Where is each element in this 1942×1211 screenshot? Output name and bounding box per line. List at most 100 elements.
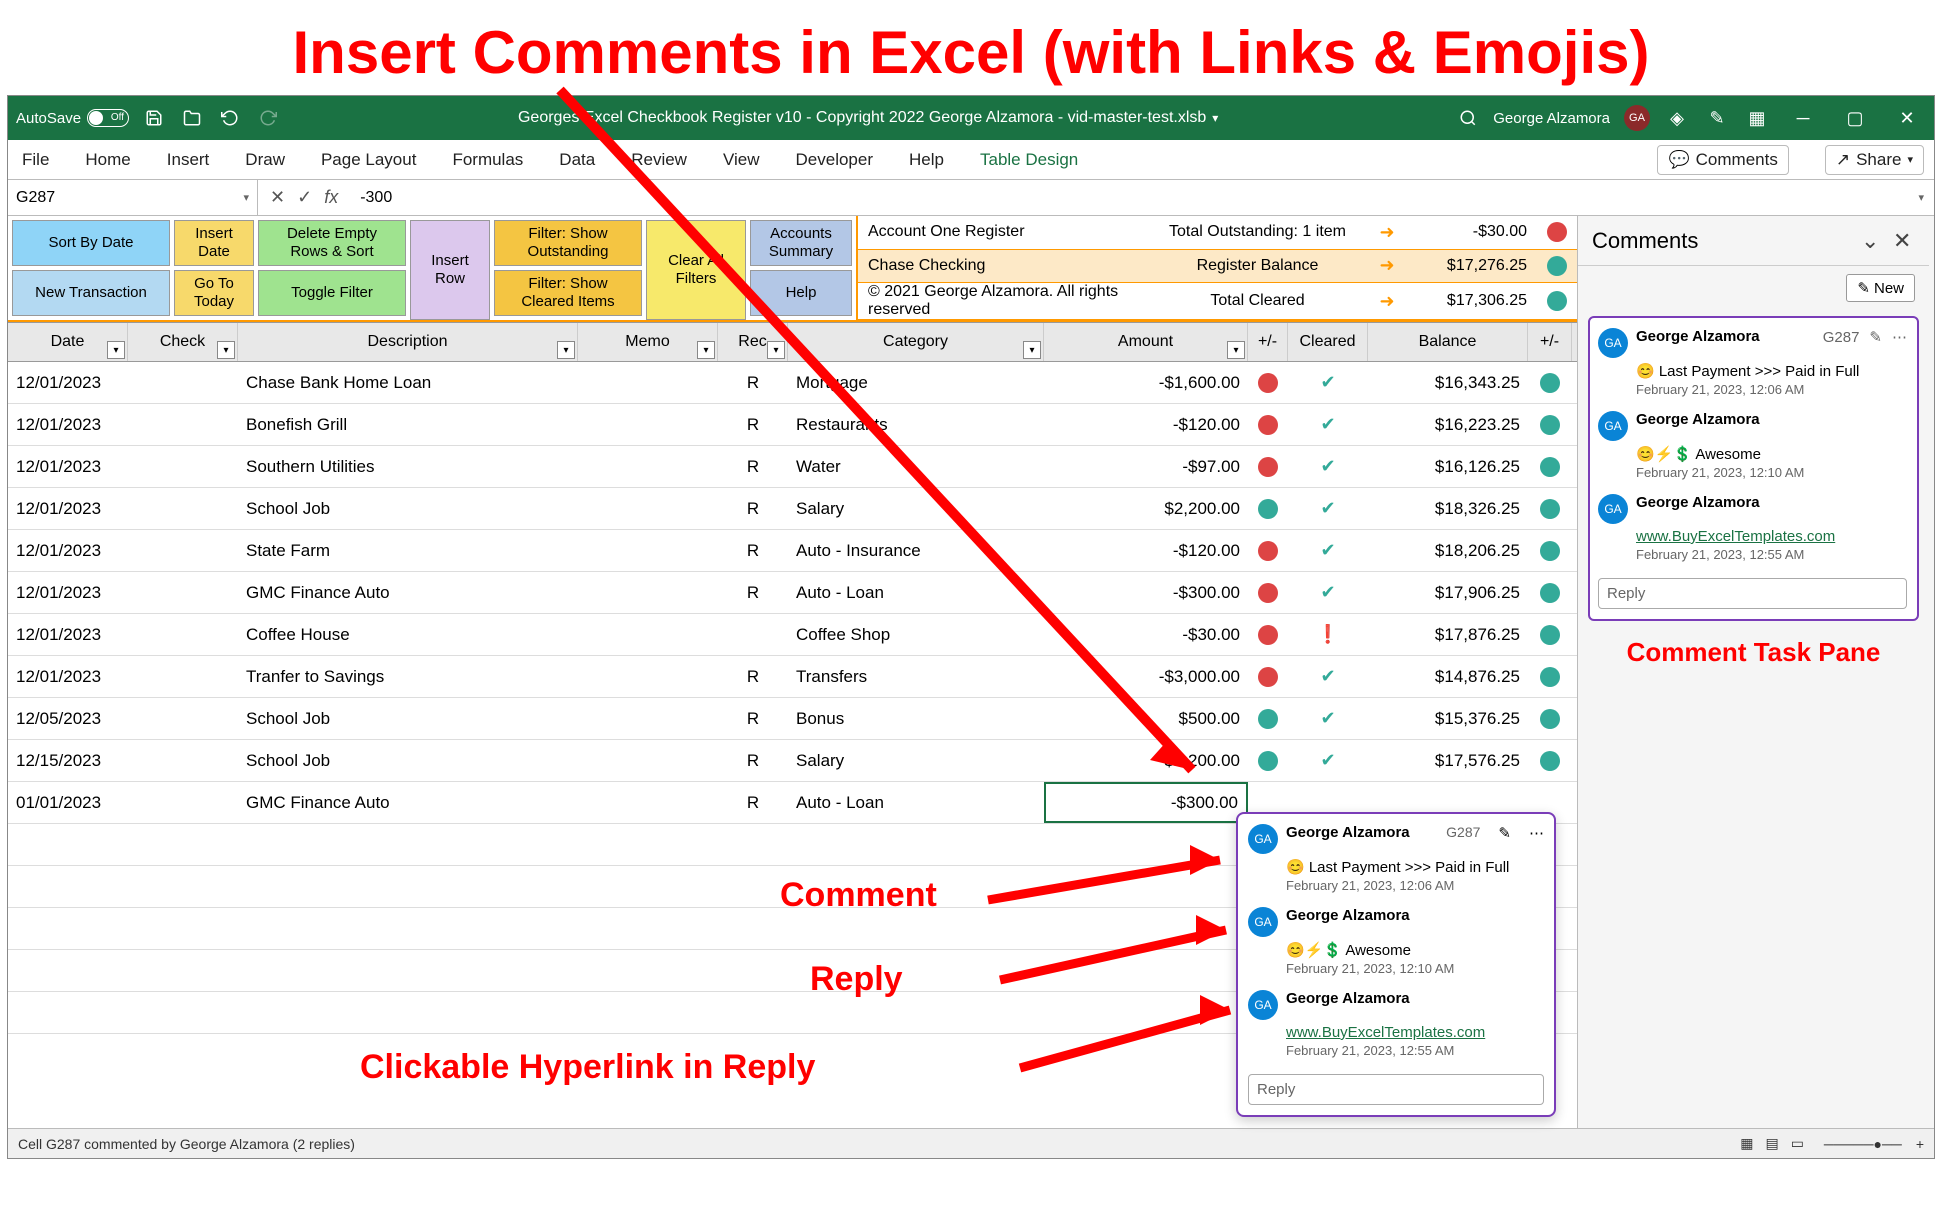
view-break-icon[interactable]: ▭	[1791, 1135, 1804, 1152]
cell-memo[interactable]	[578, 362, 718, 403]
cell-amount[interactable]: -$120.00	[1044, 404, 1248, 445]
insert-row-button[interactable]: Insert Row	[410, 220, 490, 320]
cell-cleared[interactable]: ✔	[1288, 530, 1368, 571]
cell-description[interactable]: Bonefish Grill	[238, 404, 578, 445]
cell-cleared[interactable]: ✔	[1288, 362, 1368, 403]
edit-icon[interactable]: ✎	[1869, 328, 1882, 346]
user-name[interactable]: George Alzamora	[1493, 110, 1610, 127]
enter-icon[interactable]: ✓	[297, 187, 312, 208]
cell-rec[interactable]: R	[718, 488, 788, 529]
cell-category[interactable]: Coffee Shop	[788, 614, 1044, 655]
insert-date-button[interactable]: Insert Date	[174, 220, 254, 266]
view-normal-icon[interactable]: ▦	[1740, 1135, 1753, 1152]
col-pm1[interactable]: +/-	[1248, 323, 1288, 361]
clear-filters-button[interactable]: Clear All Filters	[646, 220, 746, 320]
filter-icon[interactable]: ▾	[217, 341, 235, 359]
grid-icon[interactable]: ▦	[1744, 105, 1770, 131]
cell-cleared[interactable]: ✔	[1288, 488, 1368, 529]
filter-icon[interactable]: ▾	[107, 341, 125, 359]
cell-date[interactable]: 12/01/2023	[8, 572, 128, 613]
cell-description[interactable]: GMC Finance Auto	[238, 572, 578, 613]
cell-description[interactable]: School Job	[238, 698, 578, 739]
cell-description[interactable]: Tranfer to Savings	[238, 656, 578, 697]
cell-category[interactable]: Salary	[788, 488, 1044, 529]
filter-cleared-button[interactable]: Filter: Show Cleared Items	[494, 270, 642, 316]
cell-memo[interactable]	[578, 782, 718, 823]
table-row[interactable]: 12/01/2023 Chase Bank Home Loan R Mortga…	[8, 362, 1577, 404]
cell-cleared[interactable]: ✔	[1288, 740, 1368, 781]
cell-category[interactable]: Auto - Insurance	[788, 530, 1044, 571]
cancel-icon[interactable]: ✕	[270, 187, 285, 208]
cell-memo[interactable]	[578, 572, 718, 613]
zoom-in-icon[interactable]: +	[1916, 1136, 1924, 1152]
diamond-icon[interactable]: ◈	[1664, 105, 1690, 131]
more-icon[interactable]: ⋯	[1529, 824, 1544, 842]
cell-date[interactable]: 12/05/2023	[8, 698, 128, 739]
edit-icon[interactable]: ✎	[1498, 824, 1511, 842]
cell-description[interactable]: Southern Utilities	[238, 446, 578, 487]
cell-amount[interactable]: $2,200.00	[1044, 488, 1248, 529]
filter-outstanding-button[interactable]: Filter: Show Outstanding	[494, 220, 642, 266]
chevron-down-icon[interactable]: ▾	[1212, 111, 1218, 125]
cell-cleared[interactable]: ✔	[1288, 656, 1368, 697]
comment-thread[interactable]: GA George Alzamora G287 ✎ ⋯ 😊 Last Payme…	[1588, 316, 1919, 621]
col-cleared[interactable]: Cleared	[1288, 323, 1368, 361]
cell-description[interactable]: GMC Finance Auto	[238, 782, 578, 823]
table-row[interactable]: 12/05/2023 School Job R Bonus $500.00 ✔ …	[8, 698, 1577, 740]
cell-cleared[interactable]: ✔	[1288, 404, 1368, 445]
accounts-summary-button[interactable]: Accounts Summary	[750, 220, 852, 266]
cell-memo[interactable]	[578, 614, 718, 655]
cell-amount[interactable]: -$300.00	[1044, 572, 1248, 613]
cell-date[interactable]: 12/01/2023	[8, 404, 128, 445]
cell-rec[interactable]: R	[718, 446, 788, 487]
tab-draw[interactable]: Draw	[241, 144, 289, 176]
cell-rec[interactable]: R	[718, 656, 788, 697]
col-check[interactable]: Check▾	[128, 323, 238, 361]
cell-check[interactable]	[128, 404, 238, 445]
tab-developer[interactable]: Developer	[792, 144, 878, 176]
cell-date[interactable]: 12/01/2023	[8, 614, 128, 655]
cell-rec[interactable]: R	[718, 698, 788, 739]
table-row[interactable]: 12/01/2023 School Job R Salary $2,200.00…	[8, 488, 1577, 530]
tab-file[interactable]: File	[18, 144, 53, 176]
chevron-down-icon[interactable]: ▾	[243, 191, 249, 204]
table-row[interactable]: 12/01/2023 State Farm R Auto - Insurance…	[8, 530, 1577, 572]
cell-check[interactable]	[128, 362, 238, 403]
tab-table-design[interactable]: Table Design	[976, 144, 1082, 176]
name-box[interactable]: G287 ▾	[8, 180, 258, 215]
cell-description[interactable]: School Job	[238, 488, 578, 529]
comment-link[interactable]: www.BuyExcelTemplates.com	[1286, 1024, 1485, 1041]
filter-icon[interactable]: ▾	[1023, 341, 1041, 359]
table-row[interactable]: 12/01/2023 Tranfer to Savings R Transfer…	[8, 656, 1577, 698]
maximize-button[interactable]: ▢	[1836, 100, 1874, 136]
cell-rec[interactable]: R	[718, 782, 788, 823]
cell-rec[interactable]: R	[718, 362, 788, 403]
col-rec[interactable]: Rec▾	[718, 323, 788, 361]
col-pm2[interactable]: +/-	[1528, 323, 1572, 361]
cell-amount[interactable]: -$3,000.00	[1044, 656, 1248, 697]
go-to-today-button[interactable]: Go To Today	[174, 270, 254, 316]
cell-description[interactable]: School Job	[238, 740, 578, 781]
cell-amount[interactable]: $2,200.00	[1044, 740, 1248, 781]
filter-icon[interactable]: ▾	[557, 341, 575, 359]
cell-amount[interactable]: -$97.00	[1044, 446, 1248, 487]
cell-rec[interactable]: R	[718, 572, 788, 613]
cell-amount[interactable]: -$1,600.00	[1044, 362, 1248, 403]
cell-memo[interactable]	[578, 446, 718, 487]
sort-by-date-button[interactable]: Sort By Date	[12, 220, 170, 266]
chevron-down-icon[interactable]: ⌄	[1861, 228, 1883, 254]
table-row[interactable]: 12/01/2023 Coffee House Coffee Shop -$30…	[8, 614, 1577, 656]
table-row[interactable]: 12/01/2023 Bonefish Grill R Restaurants …	[8, 404, 1577, 446]
tab-home[interactable]: Home	[81, 144, 134, 176]
cell-check[interactable]	[128, 782, 238, 823]
cell-cleared[interactable]: ✔	[1288, 446, 1368, 487]
table-row[interactable]: 12/01/2023 GMC Finance Auto R Auto - Loa…	[8, 572, 1577, 614]
ribbon-share-button[interactable]: ↗ Share ▾	[1825, 145, 1924, 175]
reply-input[interactable]: Reply	[1248, 1074, 1544, 1105]
fx-icon[interactable]: fx	[324, 187, 338, 208]
toggle-filter-button[interactable]: Toggle Filter	[258, 270, 406, 316]
cell-category[interactable]: Salary	[788, 740, 1044, 781]
cell-memo[interactable]	[578, 656, 718, 697]
cell-check[interactable]	[128, 530, 238, 571]
col-amount[interactable]: Amount▾	[1044, 323, 1248, 361]
